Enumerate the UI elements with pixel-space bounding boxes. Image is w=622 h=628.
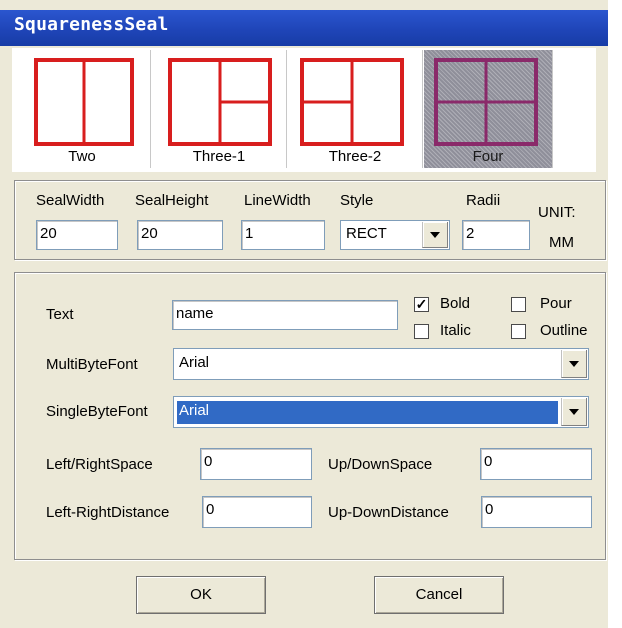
line-width-input[interactable]: 1 xyxy=(241,220,325,250)
layout-four-label: Four xyxy=(472,148,504,165)
four-pane-seal-icon xyxy=(434,58,538,146)
multibyte-font-value: Arial xyxy=(179,354,210,371)
outline-label: Outline xyxy=(540,322,588,339)
up-down-distance-label: Up-DownDistance xyxy=(328,504,449,521)
cancel-button[interactable]: Cancel xyxy=(374,576,504,614)
layout-two-label: Two xyxy=(68,148,96,165)
bold-label: Bold xyxy=(440,295,471,312)
left-right-distance-input[interactable]: 0 xyxy=(202,496,312,528)
chevron-down-icon[interactable] xyxy=(561,398,587,426)
layout-toolbar: Two Three-1 Three-2 Four xyxy=(12,48,596,172)
text-label: Text xyxy=(46,306,74,323)
style-select[interactable]: RECT xyxy=(340,220,450,250)
left-right-space-label: Left/RightSpace xyxy=(46,456,153,473)
left-right-space-input[interactable]: 0 xyxy=(200,448,312,480)
layout-three-2-button[interactable]: Three-2 xyxy=(288,50,423,168)
two-pane-seal-icon xyxy=(34,58,134,146)
italic-label: Italic xyxy=(440,322,471,339)
bold-checkbox[interactable]: ✓ xyxy=(414,297,429,312)
multibyte-font-label: MultiByteFont xyxy=(46,356,138,373)
pour-checkbox[interactable] xyxy=(511,297,526,312)
italic-checkbox[interactable] xyxy=(414,324,429,339)
up-down-space-input[interactable]: 0 xyxy=(480,448,592,480)
layout-two-button[interactable]: Two xyxy=(14,50,151,168)
chevron-down-icon[interactable] xyxy=(561,350,587,378)
seal-width-input[interactable]: 20 xyxy=(36,220,118,250)
singlebyte-font-select[interactable]: Arial xyxy=(173,396,589,428)
layout-three-2-label: Three-2 xyxy=(328,148,382,165)
unit-value: MM xyxy=(549,234,574,251)
outline-checkbox[interactable] xyxy=(511,324,526,339)
window-title: SquarenessSeal xyxy=(14,14,169,35)
style-label: Style xyxy=(340,192,374,209)
up-down-distance-input[interactable]: 0 xyxy=(481,496,592,528)
layout-four-button[interactable]: Four xyxy=(424,50,553,168)
singlebyte-font-label: SingleByteFont xyxy=(46,403,148,420)
left-right-distance-label: Left-RightDistance xyxy=(46,504,170,521)
line-width-label: LineWidth xyxy=(244,192,311,209)
text-input[interactable]: name xyxy=(172,300,398,330)
multibyte-font-select[interactable]: Arial xyxy=(173,348,589,380)
unit-label: UNIT: xyxy=(538,204,576,221)
radii-label: Radii xyxy=(466,192,501,209)
chevron-down-icon[interactable] xyxy=(422,222,448,248)
three-1-seal-icon xyxy=(168,58,272,146)
radii-input[interactable]: 2 xyxy=(462,220,530,250)
seal-height-label: SealHeight xyxy=(135,192,209,209)
style-value: RECT xyxy=(346,225,387,242)
seal-height-input[interactable]: 20 xyxy=(137,220,223,250)
ok-button[interactable]: OK xyxy=(136,576,266,614)
layout-three-1-label: Three-1 xyxy=(192,148,246,165)
singlebyte-font-value: Arial xyxy=(177,401,558,424)
layout-three-1-button[interactable]: Three-1 xyxy=(152,50,287,168)
up-down-space-label: Up/DownSpace xyxy=(328,456,433,473)
three-2-seal-icon xyxy=(300,58,404,146)
pour-label: Pour xyxy=(540,295,572,312)
seal-width-label: SealWidth xyxy=(36,192,105,209)
